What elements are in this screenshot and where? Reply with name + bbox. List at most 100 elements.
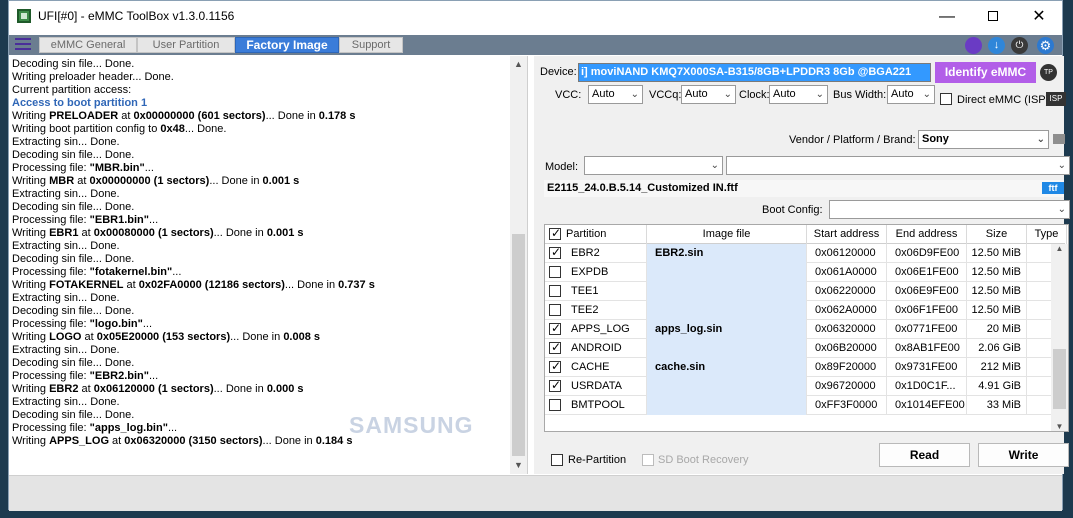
log-panel[interactable]: Decoding sin file... Done. Writing prelo…	[9, 56, 528, 474]
hamburger-menu-icon[interactable]	[15, 38, 31, 52]
cell-end: 0x06D9FE00	[887, 244, 967, 263]
log-line-segment: Decoding sin file... Done.	[12, 409, 135, 421]
model-select[interactable]: ⌄	[584, 156, 723, 175]
scroll-up-icon[interactable]: ▲	[510, 56, 527, 73]
vendor-label: Vendor / Platform / Brand:	[789, 134, 916, 146]
model-label: Model:	[545, 161, 579, 173]
minimize-button[interactable]: —	[924, 1, 970, 32]
repartition-checkbox[interactable]	[551, 454, 563, 466]
cell-start: 0x89F20000	[807, 358, 887, 377]
power-icon[interactable]: ⏻	[1011, 37, 1028, 54]
scroll-down-icon[interactable]: ▼	[510, 457, 527, 474]
column-end-address[interactable]: End address	[887, 225, 967, 244]
device-field[interactable]: i] moviNAND KMQ7X000SA-B315/8GB+LPDDR3 8…	[578, 63, 931, 82]
log-line-segment: 0x00000000 (1 sectors)	[89, 175, 210, 187]
close-button[interactable]: ✕	[1016, 1, 1062, 32]
table-row[interactable]: BMTPOOL 0xFF3F0000 0x1014EFE00 33 MiB	[545, 396, 1067, 415]
row-checkbox[interactable]	[549, 359, 561, 373]
row-checkbox[interactable]	[549, 340, 561, 354]
window-title: UFI[#0] - eMMC ToolBox v1.3.0.1156	[38, 9, 235, 23]
gear-icon[interactable]: ⚙	[1037, 37, 1054, 54]
vendor-select[interactable]: Sony ⌄	[918, 130, 1049, 149]
log-line-segment: ... Done in	[265, 110, 319, 122]
cell-end: 0x8AB1FE00	[887, 339, 967, 358]
download-icon[interactable]: ↓	[988, 37, 1005, 54]
log-line-segment: 0x06320000 (3150 sectors)	[124, 435, 263, 447]
log-line: Decoding sin file... Done.	[12, 305, 510, 318]
table-row[interactable]: CACHE cache.sin 0x89F20000 0x9731FE00 212 Mi…	[545, 358, 1067, 377]
scroll-thumb[interactable]	[512, 234, 525, 456]
row-checkbox[interactable]	[549, 285, 561, 297]
tab-user-partition[interactable]: User Partition	[137, 37, 235, 53]
column-image-file[interactable]: Image file	[647, 225, 807, 244]
log-line: Writing LOGO at 0x05E20000 (153 sectors)…	[12, 331, 510, 344]
log-line: Extracting sin... Done.	[12, 240, 510, 253]
firmware-file-name: E2115_24.0.B.5.14_Customized IN.ftf	[547, 182, 738, 194]
log-line-segment: 0x02FA0000 (12186 sectors)	[138, 279, 285, 291]
cell-size: 12.50 MiB	[967, 301, 1027, 320]
log-text: Decoding sin file... Done. Writing prelo…	[12, 58, 510, 448]
partition-table[interactable]: Partition Image file Start address End a…	[544, 224, 1069, 432]
scroll-up-icon[interactable]: ▲	[1051, 244, 1068, 253]
log-line-segment: ... Done in	[209, 175, 263, 187]
chevron-down-icon: ⌄	[723, 89, 732, 100]
column-type[interactable]: Type	[1027, 225, 1067, 244]
row-checkbox[interactable]	[549, 321, 561, 335]
write-button[interactable]: Write	[978, 443, 1069, 467]
tp-icon[interactable]: TP	[1040, 64, 1057, 81]
vendor-value: Sony	[922, 133, 949, 145]
log-scrollbar[interactable]: ▲ ▼	[510, 56, 527, 474]
model-variant-select[interactable]: ⌄	[726, 156, 1070, 175]
log-line-segment: Extracting sin... Done.	[12, 136, 120, 148]
title-bar[interactable]: UFI[#0] - eMMC ToolBox v1.3.0.1156 — ✕	[9, 1, 1062, 32]
log-line: Decoding sin file... Done.	[12, 357, 510, 370]
log-line-segment: ...	[148, 370, 159, 382]
clock-select[interactable]: Auto ⌄	[769, 85, 828, 104]
cell-image	[647, 263, 807, 282]
scroll-thumb[interactable]	[1053, 349, 1066, 409]
maximize-button[interactable]	[970, 1, 1016, 32]
cell-start: 0x96720000	[807, 377, 887, 396]
table-row[interactable]: USRDATA 0x96720000 0x1D0C1F... 4.91 GiB	[545, 377, 1067, 396]
table-row[interactable]: ANDROID 0x06B20000 0x8AB1FE00 2.06 GiB	[545, 339, 1067, 358]
bus-width-select[interactable]: Auto ⌄	[887, 85, 935, 104]
row-checkbox[interactable]	[549, 245, 561, 259]
folder-icon[interactable]	[1053, 134, 1065, 144]
tab-support[interactable]: Support	[339, 37, 403, 53]
log-line-segment: 0.001 s	[262, 175, 300, 187]
globe-icon[interactable]	[965, 37, 982, 54]
log-line: Processing file: "logo.bin"...	[12, 318, 510, 331]
cell-start: 0x06B20000	[807, 339, 887, 358]
boot-config-select[interactable]: ⌄	[829, 200, 1070, 219]
cell-size: 2.06 GiB	[967, 339, 1027, 358]
column-size[interactable]: Size	[967, 225, 1027, 244]
direct-emmc-checkbox[interactable]	[940, 93, 952, 105]
log-line-segment: ...	[172, 266, 182, 278]
column-start-address[interactable]: Start address	[807, 225, 887, 244]
log-line: Extracting sin... Done.	[12, 344, 510, 357]
log-line-segment: ... Done in	[230, 331, 284, 343]
table-row[interactable]: TEE2 0x062A0000 0x06F1FE00 12.50 MiB	[545, 301, 1067, 320]
vcc-select[interactable]: Auto ⌄	[588, 85, 643, 104]
device-label: Device:	[540, 66, 577, 78]
table-row[interactable]: EBR2 EBR2.sin 0x06120000 0x06D9FE00 12.50 Mi…	[545, 244, 1067, 263]
row-checkbox[interactable]	[549, 266, 561, 278]
read-button[interactable]: Read	[879, 443, 970, 467]
log-line-segment: Decoding sin file... Done.	[12, 305, 135, 317]
row-checkbox[interactable]	[549, 304, 561, 316]
scroll-down-icon[interactable]: ▼	[1051, 422, 1068, 431]
table-row[interactable]: APPS_LOG apps_log.sin 0x06320000 0x0771FE00…	[545, 320, 1067, 339]
row-checkbox[interactable]	[549, 399, 561, 411]
tab-bar: eMMC General User Partition Factory Imag…	[9, 35, 1062, 55]
identify-emmc-button[interactable]: Identify eMMC	[935, 62, 1036, 83]
vccq-select[interactable]: Auto ⌄	[681, 85, 736, 104]
tab-emmc-general[interactable]: eMMC General	[39, 37, 137, 53]
tab-factory-image[interactable]: Factory Image	[235, 37, 339, 53]
row-checkbox[interactable]	[549, 378, 561, 392]
log-line: Writing FOTAKERNEL at 0x02FA0000 (12186 …	[12, 279, 510, 292]
table-row[interactable]: TEE1 0x06220000 0x06E9FE00 12.50 MiB	[545, 282, 1067, 301]
table-row[interactable]: EXPDB 0x061A0000 0x06E1FE00 12.50 MiB	[545, 263, 1067, 282]
select-all-checkbox[interactable]	[549, 226, 561, 240]
table-scrollbar[interactable]: ▲ ▼	[1051, 244, 1068, 431]
log-line-segment: Decoding sin file... Done.	[12, 253, 135, 265]
